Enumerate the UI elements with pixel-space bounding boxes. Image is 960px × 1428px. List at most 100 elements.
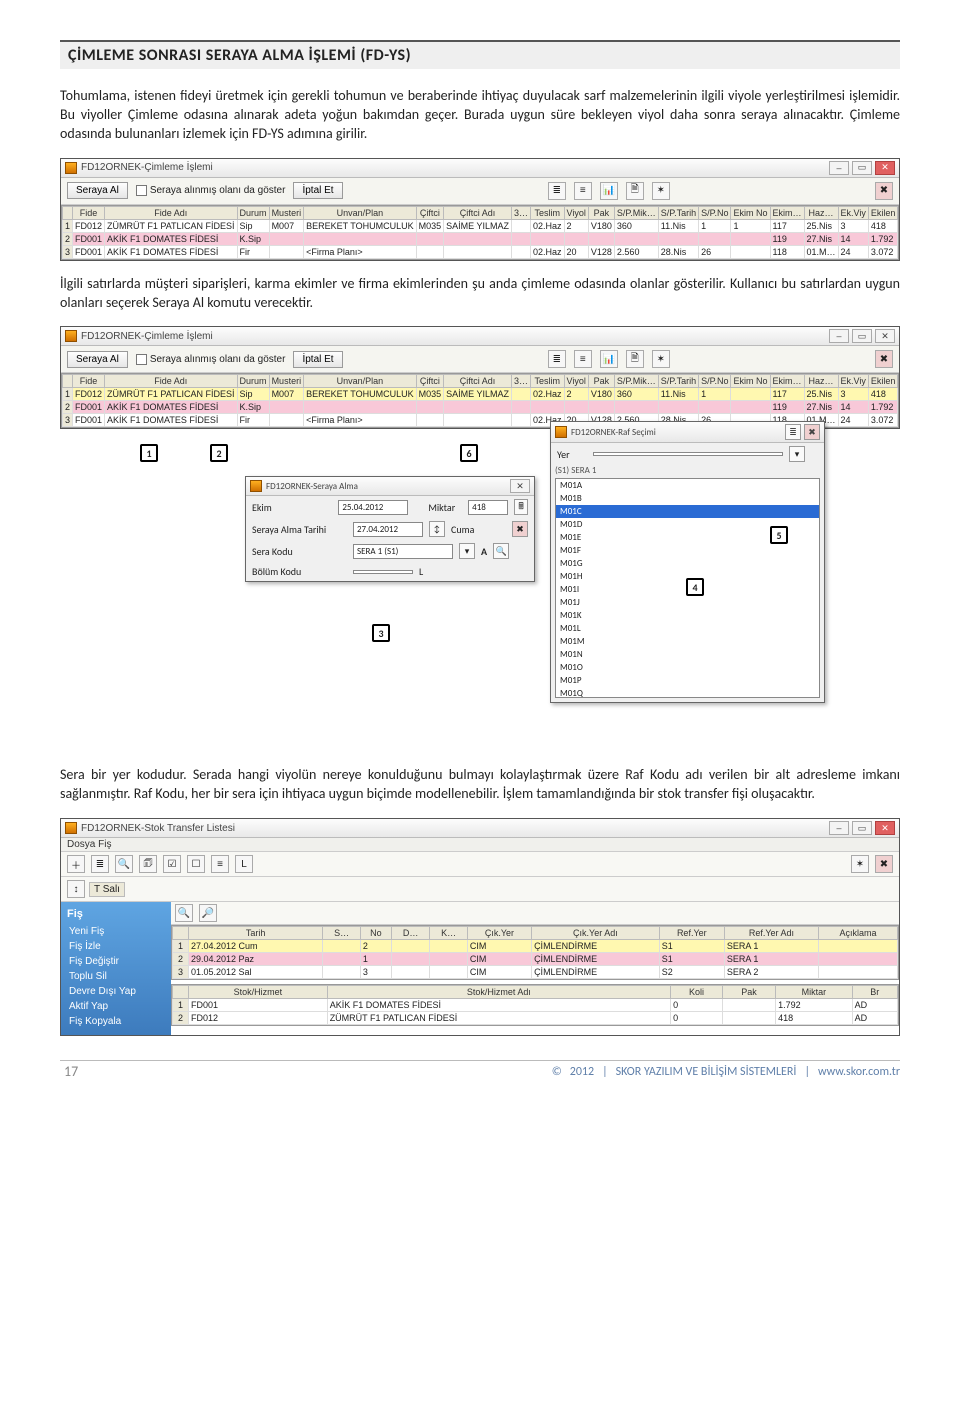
exit-icon[interactable]: ✖	[875, 855, 893, 873]
raf-item[interactable]: M01J	[556, 596, 819, 609]
tarih-field[interactable]: 27.04.2012	[353, 522, 423, 537]
confirm-icon[interactable]: ✖	[512, 521, 528, 537]
close-button[interactable]: ✕	[875, 161, 895, 175]
toolbar-icon[interactable]: ✶	[652, 350, 670, 368]
app-icon	[65, 822, 77, 834]
sera-field[interactable]: SERA 1 (S1)	[353, 544, 453, 559]
seraya-al-button[interactable]: Seraya Al	[67, 351, 128, 368]
maximize-button[interactable]: ▭	[852, 821, 872, 835]
tool-icon[interactable]: ☑	[163, 855, 181, 873]
fig3-title: FD12ORNEK-Stok Transfer Listesi	[81, 823, 235, 834]
tool-icon[interactable]: ✶	[851, 855, 869, 873]
minimize-button[interactable]: –	[829, 329, 849, 343]
bolum-field[interactable]	[353, 570, 413, 574]
exit-icon[interactable]: ✖	[875, 350, 893, 368]
tool-icon[interactable]: 🗊	[139, 855, 157, 873]
app-icon	[250, 480, 262, 492]
raf-item[interactable]: M01M	[556, 635, 819, 648]
exit-icon[interactable]: ✖	[875, 182, 893, 200]
fig3-grid2[interactable]: Stok/HizmetStok/Hizmet AdıKoliPakMiktarB…	[171, 984, 899, 1026]
miktar-field[interactable]: 418	[468, 500, 508, 515]
fig3-menu[interactable]: Dosya Fiş	[61, 838, 899, 852]
iptal-et-button[interactable]: İptal Et	[293, 182, 342, 199]
paragraph-3: Sera bir yer kodudur. Serada hangi viyol…	[60, 766, 900, 804]
tool-icon[interactable]: L	[235, 855, 253, 873]
raf-item[interactable]: M01N	[556, 648, 819, 661]
fig3-sidepanel: Fiş Yeni FişFiş İzleFiş DeğiştirToplu Si…	[61, 902, 171, 1035]
toolbar-icon[interactable]: ✶	[652, 182, 670, 200]
seraya-alma-dialog: FD12ORNEK-Seraya Alma ✕ Ekim25.04.2012Mi…	[245, 476, 535, 582]
paragraph-2: İlgili satırlarda müşteri siparişleri, k…	[60, 275, 900, 313]
raf-item[interactable]: M01K	[556, 609, 819, 622]
callout-4: 4	[686, 578, 704, 596]
find-icon[interactable]: 🔍	[493, 543, 509, 559]
spin-icon[interactable]: ↕	[429, 521, 445, 537]
calc-icon[interactable]: 🖩	[514, 499, 528, 515]
side-menu-item[interactable]: Aktif Yap	[67, 999, 165, 1014]
raf-item[interactable]: M01G	[556, 557, 819, 570]
seraya-al-button[interactable]: Seraya Al	[67, 182, 128, 199]
close-button[interactable]: ✕	[875, 821, 895, 835]
show-taken-label: Seraya alınmış olanı da göster	[150, 185, 286, 196]
side-menu-item[interactable]: Toplu Sil	[67, 969, 165, 984]
fig3-grid1[interactable]: TarihS…NoD…K…Çık.YerÇık.Yer AdıRef.YerRe…	[171, 925, 899, 980]
side-menu-item[interactable]: Fiş Değiştir	[67, 954, 165, 969]
close-button[interactable]: ✕	[875, 329, 895, 343]
toolbar-icon[interactable]: ≡	[574, 350, 592, 368]
tool-icon[interactable]: ≡	[211, 855, 229, 873]
raf-item[interactable]: M01L	[556, 622, 819, 635]
show-taken-checkbox[interactable]: Seraya alınmış olanı da göster	[136, 354, 286, 365]
footer-sep: |	[804, 1065, 810, 1080]
side-menu-item[interactable]: Fiş İzle	[67, 939, 165, 954]
yer-field[interactable]	[593, 452, 783, 456]
minimize-button[interactable]: –	[829, 161, 849, 175]
ekim-field[interactable]: 25.04.2012	[338, 500, 408, 515]
spin-icon[interactable]: ↕	[67, 880, 85, 898]
maximize-button[interactable]: ▭	[852, 329, 872, 343]
tool-icon[interactable]: 🔍	[115, 855, 133, 873]
footer-year: 2012	[570, 1065, 594, 1080]
raf-item[interactable]: M01A	[556, 479, 819, 492]
section-heading: ÇİMLEME SONRASI SERAYA ALMA İŞLEMİ (FD-Y…	[60, 40, 900, 69]
toolbar-icon[interactable]: 📊	[600, 350, 618, 368]
side-menu-item[interactable]: Yeni Fiş	[67, 924, 165, 939]
callout-5: 5	[770, 526, 788, 544]
iptal-et-button[interactable]: İptal Et	[293, 351, 342, 368]
toolbar-icon[interactable]: 📊	[600, 182, 618, 200]
side-menu-item[interactable]: Devre Dışı Yap	[67, 984, 165, 999]
app-icon	[65, 330, 77, 342]
tool-icon[interactable]: ☐	[187, 855, 205, 873]
minimize-button[interactable]: –	[829, 821, 849, 835]
dropdown-icon[interactable]: ▾	[789, 446, 805, 462]
toolbar-icon[interactable]: 🗎	[626, 350, 644, 368]
toolbar-icon[interactable]: ≣	[548, 182, 566, 200]
tool-icon[interactable]: ＋	[67, 855, 85, 873]
dialog-close[interactable]: ✖	[804, 424, 820, 440]
dialog-close[interactable]: ✕	[510, 479, 530, 493]
raf-item[interactable]: M01P	[556, 674, 819, 687]
raf-item[interactable]: M01B	[556, 492, 819, 505]
raf-item[interactable]: M01O	[556, 661, 819, 674]
yer-label: Yer	[557, 448, 587, 461]
search-icon[interactable]: 🔍	[175, 904, 193, 922]
toolbar-icon[interactable]: ≣	[548, 350, 566, 368]
show-taken-checkbox[interactable]: Seraya alınmış olanı da göster	[136, 185, 286, 196]
toolbar-icon[interactable]: ≡	[574, 182, 592, 200]
find-icon[interactable]: 🔎	[199, 904, 217, 922]
fig1-toolbar: Seraya Al Seraya alınmış olanı da göster…	[61, 178, 899, 205]
tool-icon[interactable]: ≣	[91, 855, 109, 873]
callout-6: 6	[460, 444, 478, 462]
fig2-grid[interactable]: FideFide AdıDurumMusteriUnvan/PlanÇiftci…	[61, 373, 899, 428]
list-icon[interactable]: ≣	[785, 424, 801, 440]
dropdown-icon[interactable]: ▾	[459, 543, 475, 559]
fig1-grid[interactable]: FideFide AdıDurumMusteriUnvan/PlanÇiftci…	[61, 205, 899, 260]
side-menu-item[interactable]: Fiş Kopyala	[67, 1014, 165, 1029]
seraya-dialog-title: FD12ORNEK-Seraya Alma ✕	[246, 477, 534, 496]
callout-1: 1	[140, 444, 158, 462]
raf-item[interactable]: M01C	[556, 505, 819, 518]
maximize-button[interactable]: ▭	[852, 161, 872, 175]
raf-item[interactable]: M01Q	[556, 687, 819, 698]
fig1-window: FD12ORNEK-Çimleme İşlemi – ▭ ✕ Seraya Al…	[60, 158, 900, 261]
raf-item[interactable]: M01F	[556, 544, 819, 557]
toolbar-icon[interactable]: 🗎	[626, 182, 644, 200]
